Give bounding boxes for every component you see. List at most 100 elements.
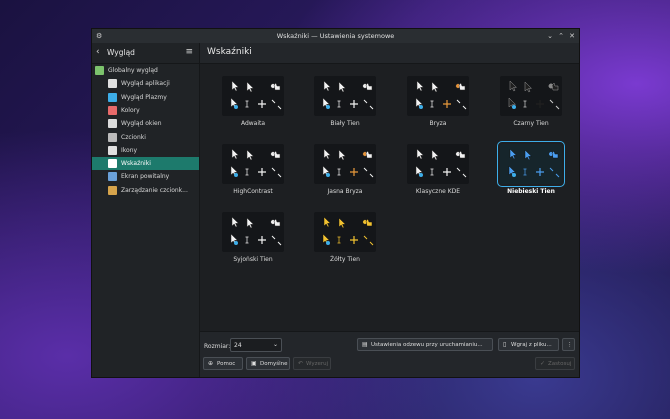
cursor-preview — [407, 76, 469, 116]
cursor-theme-card[interactable]: Niebieski Tien — [496, 141, 566, 197]
reset-button[interactable]: ↶ Wyzeruj — [293, 357, 331, 370]
sidebar-item-label: Wygląd okien — [121, 120, 162, 128]
sidebar-item-label: Ekran powitalny — [121, 173, 170, 181]
cursor-theme-card[interactable]: Jasna Bryza — [310, 142, 380, 197]
install-from-file-button[interactable]: ▯ Wgraj z pliku... — [498, 338, 559, 351]
sidebar-item-label: Globalny wygląd — [108, 67, 158, 74]
globe-theme-icon — [95, 66, 104, 75]
icons-icon — [108, 145, 117, 155]
chevron-down-icon: ⌄ — [272, 341, 278, 348]
cursor-theme-card[interactable]: Biały Tien — [310, 74, 380, 129]
sidebar-item-label: Kolory — [121, 106, 140, 114]
plasma-icon — [108, 92, 117, 102]
check-icon: ✓ — [540, 360, 546, 367]
cursor-theme-card[interactable]: Żółty Tien — [310, 210, 380, 265]
more-options-icon: ⋮ — [567, 342, 573, 348]
cursor-preview — [500, 76, 562, 116]
launch-feedback-button[interactable]: ▤ Ustawienia odzewu przy uruchamianiu... — [357, 338, 493, 351]
window-title: Wskaźniki — Ustawienia systemowe — [276, 32, 395, 40]
cursor-theme-card[interactable]: Syjoński Tien — [218, 210, 288, 265]
theme-name: Syjoński Tien — [233, 256, 273, 263]
sidebar-item-label: Zarządzanie czcionk... — [121, 186, 188, 194]
help-button[interactable]: ⊕ Pomoc — [203, 357, 243, 370]
defaults-label: Domyślne — [260, 361, 288, 367]
theme-name: Bryza — [429, 120, 447, 127]
settings-window: ⚙ Wskaźniki — Ustawienia systemowe ⌄ ⌃ ✕… — [91, 28, 580, 378]
theme-name: Czarny Tien — [513, 120, 549, 127]
theme-name: Klasyczne KDE — [415, 188, 461, 195]
cursor-theme-card[interactable]: Adwaita — [218, 74, 288, 129]
theme-name: Biały Tien — [330, 120, 360, 127]
sidebar-item[interactable]: Kolory — [92, 104, 199, 117]
sidebar-item-label: Czcionki — [121, 133, 146, 141]
font-manager-icon — [108, 185, 117, 195]
back-arrow-icon[interactable]: ‹ — [96, 47, 100, 57]
brush-icon — [108, 79, 117, 89]
sidebar-item[interactable]: Globalny wygląd — [92, 64, 199, 77]
cursor-preview — [407, 144, 469, 184]
cursor-theme-card[interactable]: Bryza — [403, 74, 473, 129]
font-icon — [108, 132, 117, 142]
apply-label: Zastosuj — [548, 361, 572, 367]
size-combobox[interactable]: 24 ⌄ — [230, 338, 282, 352]
sidebar-item-label: Wygląd Plazmy — [121, 93, 167, 101]
title-bar: ⚙ Wskaźniki — Ustawienia systemowe ⌄ ⌃ ✕ — [92, 29, 579, 43]
help-icon: ⊕ — [208, 360, 214, 367]
sidebar-item-label: Wskaźniki — [121, 160, 151, 168]
bottom-bar: Rozmiar: 24 ⌄ ▤ Ustawienia odzewu przy u… — [200, 331, 579, 377]
sidebar-item[interactable]: Ikony — [92, 144, 199, 157]
cursor-theme-card[interactable]: Czarny Tien — [496, 74, 566, 129]
page-title: Wskaźniki — [207, 47, 252, 57]
file-icon: ▯ — [503, 341, 507, 348]
sidebar-title: Wygląd — [107, 48, 135, 57]
cursor-theme-card[interactable]: Klasyczne KDE — [403, 142, 473, 197]
cursor-theme-card[interactable]: HighContrast — [218, 142, 288, 197]
cursor-preview — [222, 76, 284, 116]
sidebar-header: ‹ Wygląd ≡ — [92, 43, 199, 64]
sidebar: ‹ Wygląd ≡ Globalny wygląd Wygląd aplikac… — [92, 43, 200, 377]
cursor-preview — [497, 141, 565, 187]
size-value: 24 — [234, 342, 242, 349]
sidebar-item[interactable]: Ekran powitalny — [92, 170, 199, 183]
main-header: Wskaźniki — [200, 43, 579, 64]
defaults-icon: ▣ — [251, 360, 257, 367]
maximize-icon[interactable]: ⌃ — [558, 31, 564, 41]
hamburger-menu-icon[interactable]: ≡ — [185, 47, 193, 57]
sidebar-item-label: Wygląd aplikacji — [121, 80, 170, 88]
palette-icon — [108, 105, 117, 115]
cursor-preview — [314, 144, 376, 184]
sidebar-item[interactable]: Wskaźniki — [92, 157, 199, 171]
sidebar-item[interactable]: Wygląd Plazmy — [92, 91, 199, 104]
apply-button[interactable]: ✓ Zastosuj — [535, 357, 575, 370]
window-icon — [108, 119, 117, 129]
minimize-icon[interactable]: ⌄ — [547, 31, 553, 41]
feedback-icon: ▤ — [362, 341, 368, 348]
cursor-preview — [314, 76, 376, 116]
cursor-icon — [108, 159, 117, 169]
main-panel: Wskaźniki Adwaita Biały Tien Bryza Czarn… — [200, 43, 579, 377]
theme-name: Jasna Bryza — [327, 188, 363, 195]
size-label: Rozmiar: — [204, 343, 231, 350]
reset-label: Wyzeruj — [306, 361, 329, 367]
sidebar-item[interactable]: Czcionki — [92, 131, 199, 144]
launch-feedback-label: Ustawienia odzewu przy uruchamianiu... — [371, 342, 483, 348]
undo-icon: ↶ — [298, 360, 304, 367]
sidebar-item[interactable]: Zarządzanie czcionk... — [92, 184, 199, 197]
theme-name: Niebieski Tien — [507, 188, 555, 195]
more-options-button[interactable]: ⋮ — [562, 338, 575, 351]
defaults-button[interactable]: ▣ Domyślne — [246, 357, 290, 370]
cursor-preview — [222, 212, 284, 252]
splash-icon — [108, 172, 117, 182]
sidebar-item[interactable]: Wygląd aplikacji — [92, 77, 199, 90]
help-label: Pomoc — [217, 361, 236, 367]
close-icon[interactable]: ✕ — [569, 31, 575, 41]
cursor-theme-grid: Adwaita Biały Tien Bryza Czarny Tien Hig… — [200, 64, 579, 336]
sidebar-item[interactable]: Wygląd okien — [92, 117, 199, 130]
theme-name: HighContrast — [233, 188, 273, 195]
sidebar-item-label: Ikony — [121, 146, 138, 154]
install-label: Wgraj z pliku... — [511, 342, 552, 348]
theme-name: Adwaita — [240, 120, 266, 127]
theme-name: Żółty Tien — [330, 256, 360, 263]
cursor-preview — [222, 144, 284, 184]
cursor-preview — [314, 212, 376, 252]
